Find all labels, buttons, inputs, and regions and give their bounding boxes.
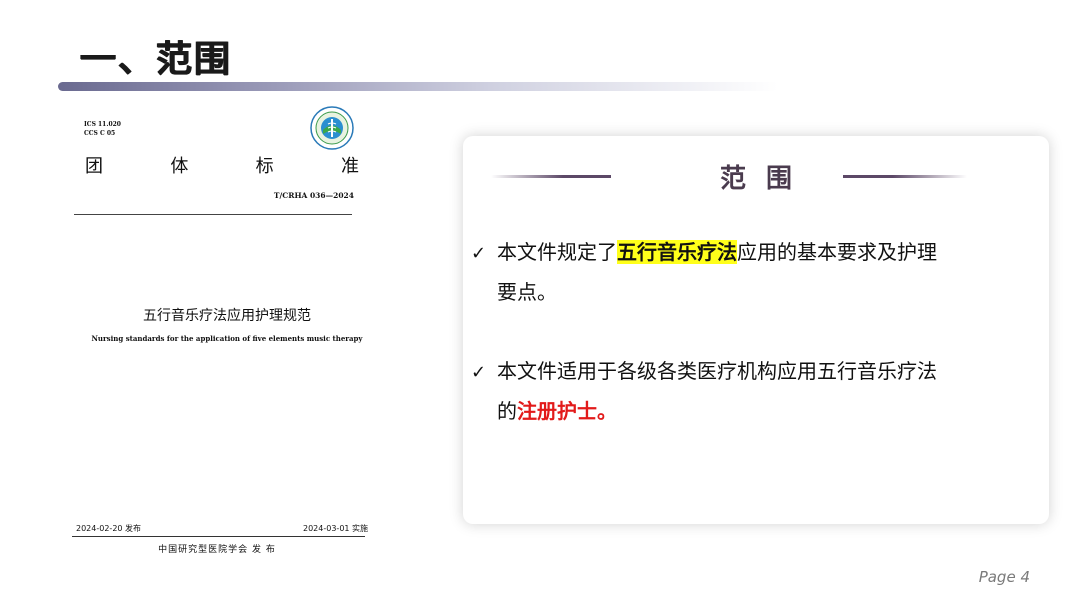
page-number: Page 4 (978, 568, 1030, 586)
item-text-continued: 的注册护士。 (471, 392, 1011, 430)
checkmark-icon: ✓ (471, 243, 487, 264)
association-logo-icon (310, 106, 354, 150)
doc-type-char: 标 (255, 156, 274, 177)
doc-title-en: Nursing standards for the application of… (91, 334, 363, 343)
doc-implement-date: 2024-03-01 实施 (303, 524, 369, 533)
title-underline-bar (58, 82, 778, 91)
slide: 一、范围 ICS 11.020 CCS C 05 团 体 标 准 T/CRHA … (0, 0, 1080, 608)
item-text: 的 (497, 399, 517, 423)
item-text: 本文件规定了 (497, 240, 617, 264)
doc-type-char: 团 (85, 156, 103, 177)
doc-publisher: 中国研究型医院学会 发 布 (158, 545, 276, 555)
emphasized-term: 注册护士。 (517, 399, 617, 423)
item-text: 应用的基本要求及护理 (737, 240, 937, 264)
doc-footer-divider (72, 536, 365, 537)
scope-item-2: ✓ 本文件适用于各级各类医疗机构应用五行音乐疗法 的注册护士。 (471, 352, 1011, 430)
standard-document-cover: ICS 11.020 CCS C 05 团 体 标 准 T/CRHA 036—2… (60, 100, 380, 570)
scope-card: 范围 ✓ 本文件规定了五行音乐疗法应用的基本要求及护理 要点。 ✓ 本文件适用于各级… (463, 136, 1049, 524)
doc-divider (74, 214, 352, 215)
doc-standard-code: T/CRHA 036—2024 (273, 191, 354, 200)
doc-type-char: 体 (170, 156, 189, 177)
doc-ics-codes: ICS 11.020 CCS C 05 (84, 120, 121, 138)
doc-publish-date: 2024-02-20 发布 (76, 524, 142, 533)
doc-type-char: 准 (340, 156, 359, 177)
checkmark-icon: ✓ (471, 362, 487, 383)
doc-type-label: 团 体 标 准 (82, 152, 362, 178)
card-title-rule-right (843, 175, 967, 178)
highlighted-term: 五行音乐疗法 (617, 240, 737, 264)
doc-title-cn: 五行音乐疗法应用护理规范 (143, 308, 311, 324)
doc-ics-line: ICS 11.020 (84, 121, 121, 128)
slide-title: 一、范围 (80, 39, 233, 80)
item-text-continued: 要点。 (497, 280, 557, 304)
item-text: 本文件适用于各级各类医疗机构应用五行音乐疗法 (497, 359, 937, 383)
doc-ccs-line: CCS C 05 (84, 130, 116, 137)
scope-item-1: ✓ 本文件规定了五行音乐疗法应用的基本要求及护理 要点。 (471, 233, 1011, 311)
